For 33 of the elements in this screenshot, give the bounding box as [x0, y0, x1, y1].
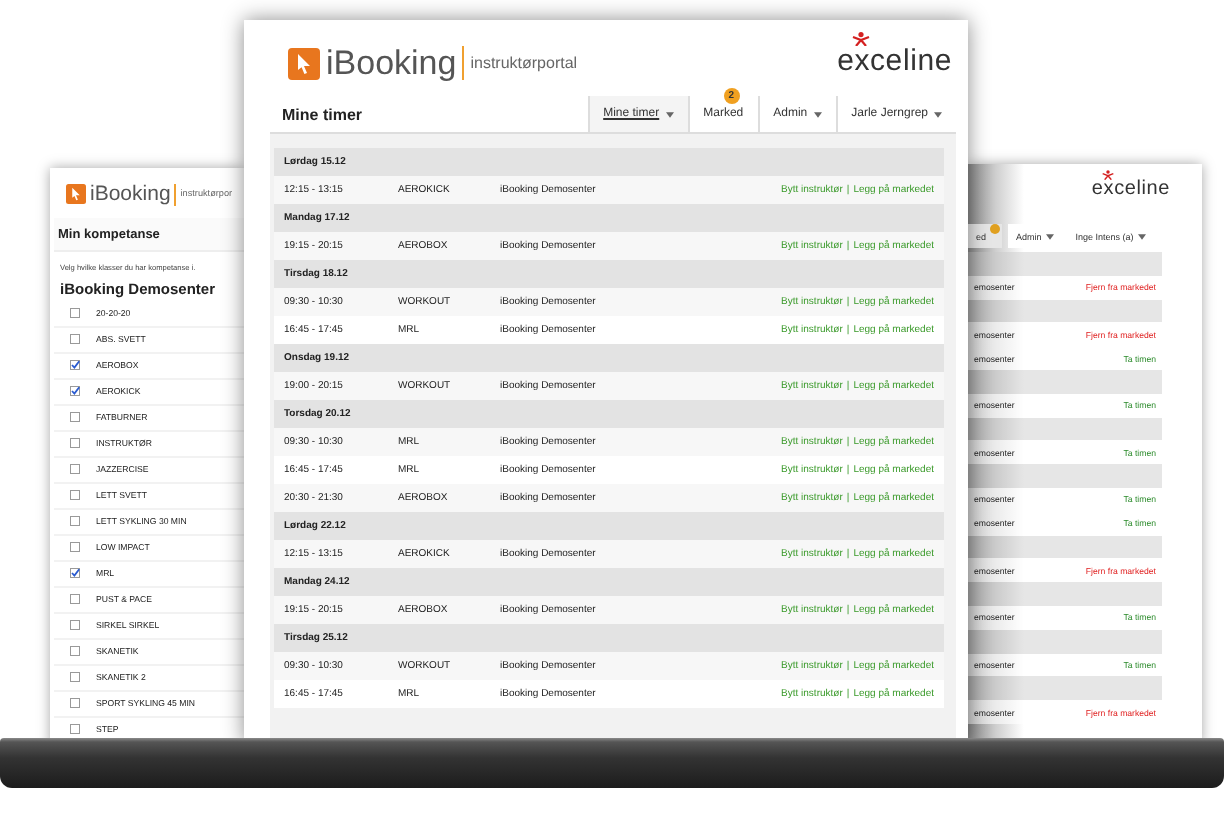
checkbox[interactable] [70, 542, 80, 552]
logo-name: iBooking [90, 184, 171, 205]
cursor-logo-icon [288, 47, 320, 79]
brand-logo: exceline [837, 44, 952, 78]
checkbox[interactable] [70, 360, 80, 370]
caret-icon [934, 111, 942, 117]
checkbox[interactable] [70, 464, 80, 474]
checkbox[interactable] [70, 594, 80, 604]
checkbox[interactable] [70, 334, 80, 344]
checkbox[interactable] [70, 490, 80, 500]
caret-icon [1137, 233, 1146, 239]
checkbox[interactable] [70, 438, 80, 448]
cursor-logo-icon [66, 184, 86, 205]
person-icon [851, 32, 870, 46]
checkbox[interactable] [70, 646, 80, 656]
caret-icon [813, 111, 822, 117]
logo-subtitle: instruktørportal [470, 55, 578, 71]
checkbox[interactable] [70, 308, 80, 318]
checkbox[interactable] [70, 724, 80, 734]
brand-logo: exceline [1091, 178, 1170, 200]
checkbox[interactable] [70, 412, 80, 422]
notification-dot [990, 224, 1001, 234]
person-icon [1101, 170, 1114, 180]
checkbox[interactable] [70, 386, 80, 396]
checkbox[interactable] [70, 698, 80, 708]
page-heading: Mine timer [280, 105, 365, 123]
caret-icon [1045, 233, 1054, 239]
logo-name: iBooking [326, 46, 457, 80]
checkbox[interactable] [70, 516, 80, 526]
caret-icon [665, 111, 674, 117]
checkbox[interactable] [70, 568, 80, 578]
checkbox[interactable] [70, 620, 80, 630]
checkbox[interactable] [70, 672, 80, 682]
